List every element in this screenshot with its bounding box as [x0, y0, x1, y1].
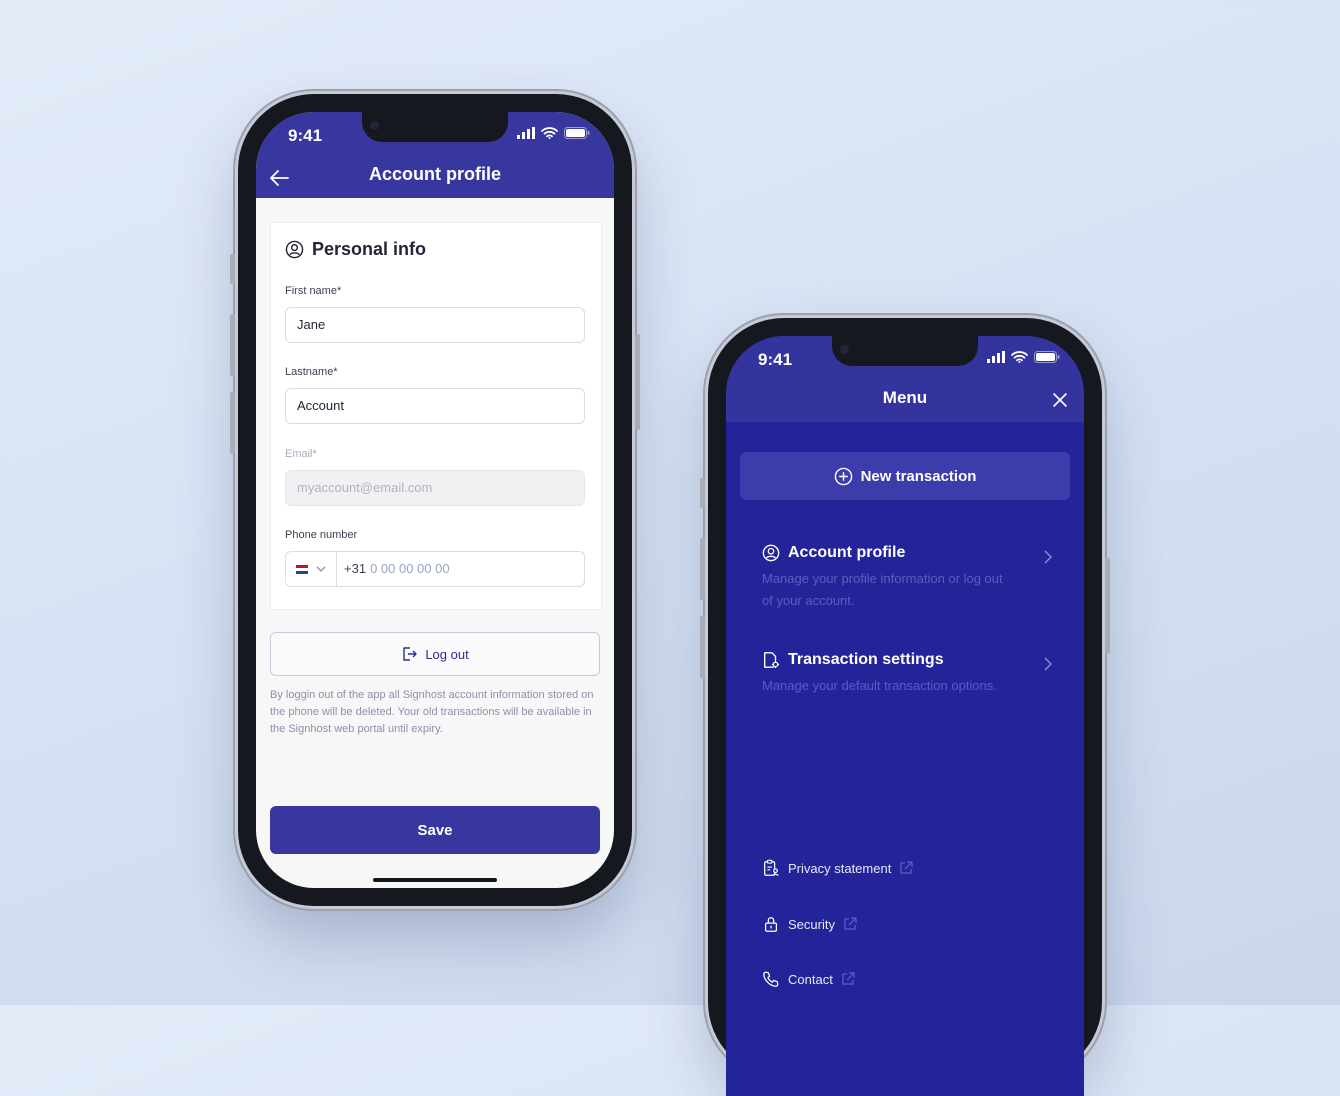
email-label: Email* [285, 448, 317, 460]
document-settings-icon [764, 652, 780, 669]
phone-icon [763, 971, 779, 987]
phone-number-label: Phone number [285, 529, 358, 541]
notch [362, 112, 508, 142]
link-label: Contact [788, 971, 833, 987]
lock-icon [764, 917, 778, 932]
link-security[interactable]: Security [762, 915, 857, 933]
user-circle-icon [762, 544, 780, 562]
plus-circle-icon [834, 467, 852, 485]
phone-menu: Menu 9:41 New transaction Account profil… [700, 318, 1110, 1096]
menu-title: Menu [882, 388, 928, 407]
new-transaction-label: New transaction [860, 467, 977, 485]
external-link-icon [844, 917, 857, 930]
netherlands-flag-icon [296, 564, 308, 574]
last-name-label: Lastname* [285, 366, 338, 378]
battery-icon [564, 127, 590, 139]
menu-item-title: Account profile [788, 544, 906, 561]
personal-info-card: Personal info First name* Jane Lastname*… [270, 222, 602, 610]
volume-down-button [230, 392, 235, 454]
chevron-down-icon [316, 566, 326, 572]
volume-up-button [700, 538, 705, 600]
menu-item-transaction-settings[interactable]: Transaction settings Manage your default… [762, 651, 1052, 697]
status-time: 9:41 [758, 350, 793, 369]
logout-label: Log out [425, 646, 469, 662]
volume-up-button [230, 314, 235, 376]
power-button [635, 334, 640, 430]
clipboard-user-icon [764, 859, 779, 876]
signal-icon [517, 127, 535, 139]
signal-icon [987, 351, 1005, 363]
mute-switch [700, 478, 705, 508]
page-title: Account profile [368, 164, 501, 184]
user-circle-icon [285, 240, 304, 259]
external-link-icon [842, 972, 855, 985]
screen: Menu 9:41 New transaction Account profil… [726, 336, 1084, 1096]
menu-item-account-profile[interactable]: Account profile Manage your profile info… [762, 544, 1052, 612]
logout-button[interactable]: Log out [270, 632, 600, 676]
power-button [1105, 558, 1110, 654]
phone-prefix: +31 [344, 561, 367, 576]
wifi-icon [541, 127, 558, 139]
first-name-label: First name* [285, 285, 342, 297]
link-label: Privacy statement [788, 860, 892, 876]
logout-note: By loggin out of the app all Signhost ac… [270, 689, 594, 735]
new-transaction-button[interactable]: New transaction [740, 452, 1070, 500]
phone-placeholder: 0 00 00 00 00 [370, 561, 450, 576]
external-link-icon [900, 861, 913, 874]
save-button[interactable]: Save [270, 806, 600, 854]
volume-down-button [700, 616, 705, 678]
section-heading-text: Personal info [312, 239, 427, 259]
wifi-icon [1011, 351, 1028, 363]
status-icons [987, 351, 1060, 363]
chevron-right-icon [1044, 657, 1052, 671]
phone-number-input[interactable]: +31 0 00 00 00 00 [337, 552, 450, 586]
logout-icon [403, 647, 418, 661]
screen: Account profile 9:41 Personal info First… [256, 112, 614, 888]
status-icons [517, 127, 590, 139]
mute-switch [230, 254, 235, 284]
status-time: 9:41 [288, 126, 323, 145]
phone-number-field[interactable]: +31 0 00 00 00 00 [285, 551, 585, 587]
last-name-field[interactable]: Account [285, 388, 585, 424]
chevron-right-icon [1044, 550, 1052, 564]
section-heading: Personal info [285, 239, 426, 260]
phone-account-profile: Account profile 9:41 Personal info First… [230, 94, 640, 906]
country-code-select[interactable] [286, 552, 337, 586]
menu-item-description: Manage your profile information or log o… [762, 571, 1003, 608]
link-contact[interactable]: Contact [762, 970, 855, 988]
close-icon[interactable] [1052, 392, 1068, 408]
link-label: Security [788, 916, 835, 932]
menu-item-title-row: Transaction settings [762, 651, 1052, 669]
home-indicator [373, 878, 497, 882]
first-name-field[interactable]: Jane [285, 307, 585, 343]
menu-item-title: Transaction settings [788, 651, 944, 668]
menu-item-title-row: Account profile [762, 544, 1052, 562]
menu-item-description: Manage your default transaction options. [762, 678, 997, 693]
email-field: myaccount@email.com [285, 470, 585, 506]
battery-icon [1034, 351, 1060, 363]
notch [832, 336, 978, 366]
link-privacy-statement[interactable]: Privacy statement [762, 859, 913, 877]
